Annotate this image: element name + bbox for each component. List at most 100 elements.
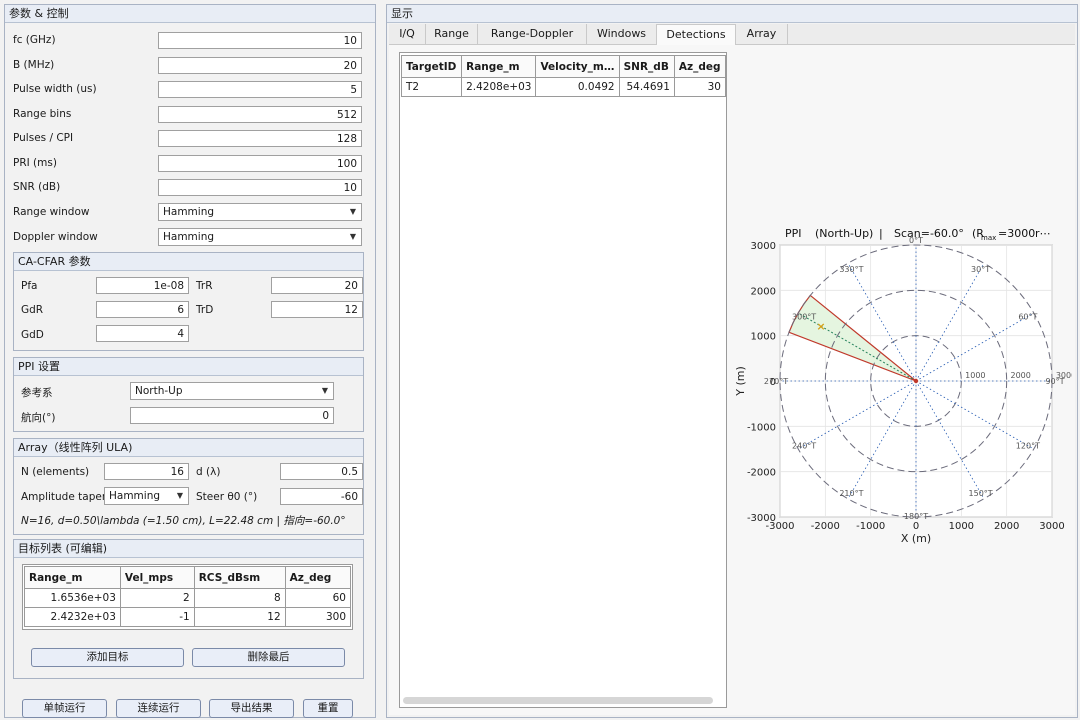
single-run-button[interactable]: 单帧运行 [22,699,107,718]
detections-column-header: Az_deg [673,55,726,78]
table-cell[interactable]: 8 [193,588,286,608]
detections-column-header: SNR_dB [618,55,675,78]
d-lambda-label: d (λ) [196,466,221,478]
chart-title-rmax-sub: max [981,234,996,242]
table-row[interactable]: 1.6536e+03 2 8 60 [24,588,352,608]
d-lambda-input[interactable]: 0.5 [280,463,363,480]
gdd-input[interactable]: 4 [96,325,189,342]
table-cell[interactable]: -1 [119,607,195,627]
ppi-chart: ×0°T30°T60°T90°T120°T150°T180°T210°T240°… [734,227,1072,545]
param-label: Range bins [13,107,72,120]
detections-table[interactable]: TargetID Range_m Velocity_m… SNR_dB Az_deg T… [400,55,726,97]
x-tick-label: 3000 [1039,521,1064,532]
range-window-dropdown[interactable]: Hamming ▼ [158,203,362,221]
table-cell[interactable]: 30 [673,77,726,97]
taper-value: Hamming [109,490,161,502]
table-cell[interactable]: 60 [284,588,352,608]
chevron-down-icon: ▼ [321,386,328,395]
table-cell[interactable]: 0.0492 [535,77,620,97]
bearing-label: 270°T [764,377,788,386]
tab-i-q[interactable]: I/Q [389,24,426,44]
y-tick-label: -1000 [747,422,776,433]
param-input[interactable]: 128 [158,130,362,147]
table-row[interactable]: T2 2.4208e+03 0.0492 54.4691 30 [400,77,726,97]
bearing-label: 30°T [971,265,990,274]
param-input[interactable]: 100 [158,154,362,172]
bearing-label: 300°T [792,312,816,321]
x-axis-label: X (m) [901,532,931,545]
bearing-label: 180°T [904,512,928,521]
table-cell[interactable]: T2 [400,77,463,97]
ref-frame-dropdown[interactable]: North-Up ▼ [130,382,334,400]
steer-label: Steer θ0 (°) [196,491,258,503]
table-cell[interactable]: 1.6536e+03 [24,588,121,608]
pfa-label: Pfa [21,280,38,292]
delete-last-button[interactable]: 删除最后 [192,648,345,667]
reset-button[interactable]: 重置 [303,699,353,718]
panel-title: 参数 & 控制 [5,5,375,23]
table-cell[interactable]: 300 [284,607,352,627]
pfa-input[interactable]: 1e-08 [96,277,189,294]
param-label: Pulses / CPI [13,132,74,144]
param-input[interactable]: 10 [158,179,362,196]
trd-input[interactable]: 12 [271,301,363,318]
export-results-button[interactable]: 导出结果 [209,699,294,718]
range-ring-label: 1000 [965,371,985,380]
taper-label: Amplitude taper [21,491,107,503]
add-target-button[interactable]: 添加目标 [31,648,184,667]
radar-origin [913,378,919,384]
n-elements-input[interactable]: 16 [104,463,189,480]
tab-detections[interactable]: Detections [657,24,736,45]
param-label: fc (GHz) [13,34,56,46]
tab-range-doppler[interactable]: Range-Doppler [478,24,587,44]
bearing-label: 210°T [839,489,863,498]
chevron-down-icon: ▼ [349,207,356,216]
tab-windows[interactable]: Windows [587,24,657,44]
bearing-label: 330°T [839,265,863,274]
detections-column-header: Velocity_m… [535,55,620,78]
doppler-window-dropdown[interactable]: Hamming ▼ [158,228,362,246]
chart-title-sep: | [879,227,883,240]
chevron-down-icon: ▼ [349,232,356,241]
param-input[interactable]: 5 [158,81,362,98]
array-title: Array（线性阵列 ULA) [14,439,363,457]
x-tick-label: 0 [913,521,919,532]
table-cell[interactable]: 12 [193,607,286,627]
param-input[interactable]: 10 [158,32,362,49]
display-title: 显示 [387,5,1077,23]
x-tick-label: 2000 [994,521,1019,532]
y-tick-label: 0 [770,377,776,388]
targets-table-container: Range_m Vel_mps RCS_dBsm Az_deg 1.6536e+03 2… [22,564,353,630]
param-input[interactable]: 512 [158,105,362,123]
table-cell[interactable]: 54.4691 [618,77,675,97]
steer-input[interactable]: -60 [280,488,363,505]
taper-dropdown[interactable]: Hamming ▼ [104,487,189,505]
targets-table[interactable]: Range_m Vel_mps RCS_dBsm Az_deg 1.6536e+03 2… [24,566,352,627]
tab-array[interactable]: Array [736,24,788,44]
table-cell[interactable]: 2 [119,588,195,608]
range-window-value: Hamming [163,206,215,218]
param-label: B (MHz) [13,58,55,71]
trr-label: TrR [196,280,213,292]
detection-marker: × [816,320,825,333]
tab-range[interactable]: Range [426,24,478,44]
gdd-label: GdD [21,329,44,341]
table-row[interactable]: 2.4232e+03 -1 12 300 [24,607,352,627]
trr-input[interactable]: 20 [271,277,363,294]
ref-frame-value: North-Up [135,385,183,397]
continuous-run-button[interactable]: 连续运行 [116,699,201,718]
table-cell[interactable]: 2.4208e+03 [461,77,537,97]
horizontal-scrollbar[interactable] [403,697,713,704]
gdr-input[interactable]: 6 [96,301,189,318]
ref-frame-label: 参考系 [21,387,53,399]
y-tick-label: -3000 [747,513,776,524]
doppler-window-value: Hamming [163,231,215,243]
param-input[interactable]: 20 [158,56,362,74]
n-elements-label: N (elements) [21,466,90,478]
targets-column-header: Range_m [24,566,121,589]
param-label: SNR (dB) [13,181,61,193]
table-cell[interactable]: 2.4232e+03 [24,607,121,627]
range-ring-label: 2000 [1010,371,1030,380]
heading-input[interactable]: 0 [130,407,334,424]
gdr-label: GdR [21,304,44,316]
